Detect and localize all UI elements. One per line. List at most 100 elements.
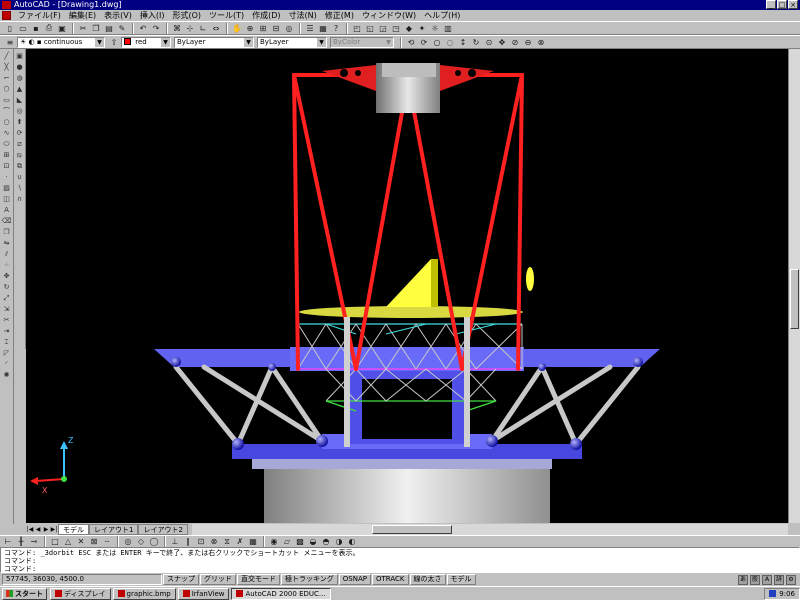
clock[interactable]: 9:06 — [779, 590, 795, 598]
extend-icon[interactable]: ⇥ — [2, 326, 12, 336]
intersect-icon[interactable]: ∩ — [15, 194, 25, 204]
menu-insert[interactable]: 挿入(I) — [136, 10, 169, 21]
scrollbar-thumb[interactable] — [790, 269, 799, 329]
snap-toggle[interactable]: スナップ — [163, 574, 199, 585]
region-icon[interactable]: ◫ — [2, 194, 12, 204]
minimize-button[interactable]: _ — [766, 0, 776, 9]
mtext-icon[interactable]: A — [2, 205, 12, 215]
match-properties-icon[interactable]: ✎ — [116, 22, 128, 34]
arc-icon[interactable]: ⌒ — [2, 106, 12, 116]
solid-fill-icon[interactable]: ◉ — [268, 536, 280, 548]
render-icon[interactable]: ✦ — [416, 22, 428, 34]
move-icon[interactable]: ✥ — [2, 271, 12, 281]
orbit-icon[interactable]: ⟲ — [405, 36, 417, 48]
ucs-icon[interactable]: ∟ — [197, 22, 209, 34]
make-object-layer-current-icon[interactable]: ⇧ — [108, 36, 120, 48]
zoom-3d-icon[interactable]: ⊙ — [483, 36, 495, 48]
front-clip-icon[interactable]: ⊖ — [522, 36, 534, 48]
snap-insert-icon[interactable]: ⊡ — [195, 536, 207, 548]
copy-object-icon[interactable]: ❐ — [2, 227, 12, 237]
network-icon[interactable] — [769, 590, 777, 597]
plotstyle-dropdown[interactable]: ByColor ▼ — [330, 36, 394, 48]
open-file-icon[interactable]: ▭ — [17, 22, 29, 34]
maximize-button[interactable]: □ — [777, 0, 787, 9]
menu-file[interactable]: ファイル(F) — [14, 10, 65, 21]
scrollbar-thumb[interactable] — [371, 524, 452, 534]
taskbar-item[interactable]: IrfanView — [177, 587, 230, 600]
swivel-icon[interactable]: ↻ — [470, 36, 482, 48]
menu-format[interactable]: 形式(O) — [168, 10, 205, 21]
continuous-orbit-icon[interactable]: ⟳ — [418, 36, 430, 48]
section-icon[interactable]: ⧅ — [15, 150, 25, 160]
properties-icon[interactable]: ☰ — [304, 22, 316, 34]
box-solid-icon[interactable]: ▣ — [15, 51, 25, 61]
preview-icon[interactable]: ▣ — [56, 22, 68, 34]
zoom-previous-icon[interactable]: ⊟ — [270, 22, 282, 34]
erase-icon[interactable]: ⌫ — [2, 216, 12, 226]
vertical-scrollbar[interactable] — [788, 49, 800, 523]
taskbar-item[interactable]: graphic.bmp — [112, 587, 176, 600]
last-tab-icon[interactable]: ▶| — [50, 526, 58, 533]
snap-parallel-icon[interactable]: ∥ — [182, 536, 194, 548]
osnap-settings-icon[interactable]: ▦ — [247, 536, 259, 548]
menu-view[interactable]: 表示(V) — [100, 10, 136, 21]
start-button[interactable]: スタート — [2, 587, 47, 600]
shade-icon[interactable]: ◆ — [403, 22, 415, 34]
mirror-icon[interactable]: ⇋ — [2, 238, 12, 248]
ellipse-icon[interactable]: ⬭ — [2, 139, 12, 149]
pan-3d-icon[interactable]: ✥ — [496, 36, 508, 48]
view-iso-icon[interactable]: ◳ — [390, 22, 402, 34]
layer-dropdown[interactable]: ☀ ◐ ▪ continuous ▼ — [17, 36, 105, 48]
fillet-icon[interactable]: ◜ — [2, 359, 12, 369]
grid-toggle[interactable]: グリッド — [200, 574, 236, 585]
lineweight-dropdown[interactable]: ByLayer ▼ — [257, 36, 327, 48]
kana-icon[interactable]: A — [762, 574, 772, 585]
prev-tab-icon[interactable]: ◀ — [34, 526, 42, 533]
subtract-icon[interactable]: ∖ — [15, 183, 25, 193]
command-prompt[interactable]: コマンド: — [4, 565, 796, 572]
snap-apparent-icon[interactable]: ⊠ — [88, 536, 100, 548]
union-icon[interactable]: ∪ — [15, 172, 25, 182]
menu-tools[interactable]: ツール(T) — [205, 10, 248, 21]
menu-window[interactable]: ウィンドウ(W) — [358, 10, 420, 21]
explode-icon[interactable]: ✺ — [2, 370, 12, 380]
chamfer-icon[interactable]: ◸ — [2, 348, 12, 358]
shade-flat-icon[interactable]: ◒ — [307, 536, 319, 548]
snap-endpoint-icon[interactable]: □ — [49, 536, 61, 548]
back-clip-icon[interactable]: ⊗ — [535, 36, 547, 48]
osnap-toggle[interactable]: OSNAP — [338, 574, 371, 585]
horizontal-scrollbar[interactable] — [191, 523, 788, 535]
wedge-solid-icon[interactable]: ◣ — [15, 95, 25, 105]
coordinate-readout[interactable]: 57745, 36030, 4500.0 — [2, 574, 162, 585]
free-orbit-icon[interactable]: ○ — [431, 36, 443, 48]
polar-toggle[interactable]: 極トラッキング — [281, 574, 338, 585]
rectangle-icon[interactable]: ▭ — [2, 95, 12, 105]
ortho-toggle[interactable]: 直交モード — [237, 574, 280, 585]
revolve-icon[interactable]: ⟳ — [15, 128, 25, 138]
pan-icon[interactable]: ✋ — [231, 22, 243, 34]
light-icon[interactable]: ☼ — [429, 22, 441, 34]
circle-icon[interactable]: ○ — [2, 117, 12, 127]
make-block-icon[interactable]: ⊡ — [2, 161, 12, 171]
view-front-icon[interactable]: ◱ — [364, 22, 376, 34]
hatch-icon[interactable]: ▨ — [2, 183, 12, 193]
zoom-realtime-icon[interactable]: ⊕ — [244, 22, 256, 34]
settings-icon[interactable]: ⚙ — [786, 574, 796, 585]
new-file-icon[interactable]: ▯ — [4, 22, 16, 34]
taskbar-item-active[interactable]: AutoCAD 2000 EDUC... — [231, 587, 331, 600]
constrained-orbit-icon[interactable]: ◌ — [444, 36, 456, 48]
adjust-distance-icon[interactable]: ↕ — [457, 36, 469, 48]
snap-nearest-icon[interactable]: ⧖ — [221, 536, 233, 548]
spline-icon[interactable]: ∿ — [2, 128, 12, 138]
snap-from-icon[interactable]: ⊸ — [28, 536, 40, 548]
slice-icon[interactable]: ⧄ — [15, 139, 25, 149]
copy-icon[interactable]: ❐ — [90, 22, 102, 34]
menu-modify[interactable]: 修正(M) — [321, 10, 358, 21]
paste-icon[interactable]: ▤ — [103, 22, 115, 34]
command-line[interactable]: コマンド: _3dorbit ESC または ENTER キーで終了、または右ク… — [0, 547, 800, 573]
snap-none-icon[interactable]: ✗ — [234, 536, 246, 548]
3dorbit-icon[interactable]: ◎ — [283, 22, 295, 34]
clip-icon[interactable]: ⊘ — [509, 36, 521, 48]
construction-line-icon[interactable]: ╳ — [2, 62, 12, 72]
menu-help[interactable]: ヘルプ(H) — [420, 10, 464, 21]
